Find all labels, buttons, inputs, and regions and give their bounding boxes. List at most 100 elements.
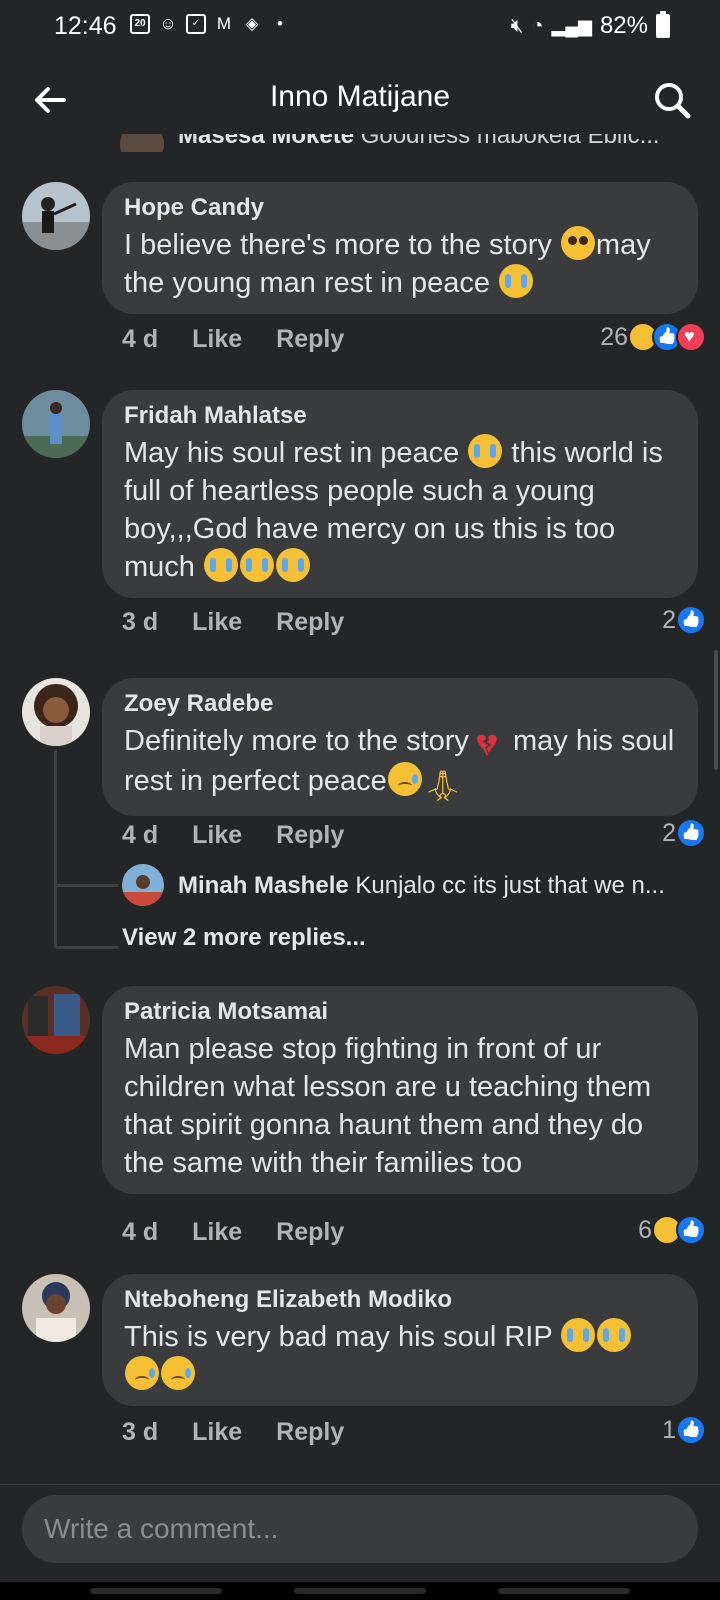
status-time: 12:46 [54, 12, 117, 40]
comment-text: Man please stop fighting in front of ur … [124, 1033, 652, 1179]
like-button[interactable]: Like [192, 608, 242, 637]
like-reaction-icon [676, 1215, 706, 1245]
crying-face-icon [499, 264, 534, 298]
comment-feed[interactable]: Masesa Mokete Goodness mabokela Eblic...… [0, 134, 720, 1484]
view-more-replies-link[interactable]: View 2 more replies... [122, 924, 366, 952]
avatar [120, 134, 164, 152]
crying-face-icon [561, 1318, 596, 1352]
gmail-icon: M [216, 14, 232, 33]
sad-sweat-face-icon [161, 1356, 195, 1390]
like-button[interactable]: Like [192, 821, 242, 850]
comment-author[interactable]: Fridah Mahlatse [124, 402, 678, 430]
comment-bubble[interactable]: Nteboheng Elizabeth Modiko This is very … [102, 1274, 698, 1406]
reply-button[interactable]: Reply [276, 608, 344, 637]
search-icon[interactable] [650, 78, 694, 122]
calendar-icon: 20 [130, 14, 150, 34]
reaction-summary[interactable]: 26 [600, 322, 706, 352]
avatar[interactable] [22, 1274, 90, 1342]
system-icons: 🔇︎ ◔ ▂▄▆ 82% [510, 11, 670, 40]
comment-text: Goodness mabokela Eblic... [360, 134, 660, 149]
like-reaction-icon [676, 818, 706, 848]
page-title: Inno Matijane [269, 80, 451, 113]
wifi-icon: ◔ [531, 14, 544, 37]
comment-author[interactable]: Nteboheng Elizabeth Modiko [124, 1286, 678, 1314]
comment-text: I believe there's more to the story may … [124, 226, 678, 302]
notification-icons: 20 ☺ ✓ M ◈ • [130, 14, 290, 34]
comment-time: 4 d [122, 325, 159, 353]
avatar[interactable] [22, 678, 90, 746]
crying-face-icon [275, 548, 310, 582]
crying-face-icon [468, 434, 503, 468]
avatar[interactable] [22, 182, 90, 250]
avatar[interactable] [22, 986, 90, 1054]
like-button[interactable]: Like [192, 1418, 242, 1447]
pleading-face-icon [560, 226, 595, 260]
reply-author: Minah Mashele [178, 872, 349, 899]
reply-button[interactable]: Reply [276, 325, 344, 354]
reaction-count: 6 [638, 1215, 652, 1244]
avatar[interactable] [22, 390, 90, 458]
sad-sweat-face-icon [387, 762, 422, 796]
comment-actions: 4 d Like Reply [122, 325, 344, 354]
diamond-icon: ◈ [245, 14, 259, 33]
reaction-count: 2 [662, 605, 676, 634]
comment-input[interactable] [22, 1495, 698, 1563]
reaction-count: 26 [600, 322, 628, 351]
battery-level: 82% [599, 12, 648, 39]
mute-icon: 🔇︎ [510, 14, 524, 37]
reaction-summary[interactable]: 2 [662, 605, 706, 635]
system-navigation-bar [0, 1582, 720, 1600]
status-bar: 12:46 20 ☺ ✓ M ◈ • 🔇︎ ◔ ▂▄▆ 82% [0, 0, 720, 52]
comment-time: 3 d [122, 608, 159, 636]
signal-icon: ▂▄▆ [551, 15, 592, 36]
praying-hands-icon: 🙏︎ [423, 770, 462, 803]
sad-sweat-face-icon [125, 1356, 159, 1390]
like-button[interactable]: Like [192, 325, 242, 354]
comment-bubble[interactable]: Fridah Mahlatse May his soul rest in pea… [102, 390, 698, 598]
comment-text: Definitely more to the story 💔︎ may his s… [124, 725, 675, 803]
comment-time: 3 d [122, 1418, 159, 1446]
comment-author[interactable]: Zoey Radebe [124, 690, 678, 718]
checkbox-icon: ✓ [186, 14, 206, 34]
comment-bubble[interactable]: Zoey Radebe Definitely more to the story… [102, 678, 698, 816]
comment-bubble[interactable]: Patricia Motsamai Man please stop fighti… [102, 986, 698, 1194]
reply-button[interactable]: Reply [276, 1218, 344, 1247]
like-button[interactable]: Like [192, 1218, 242, 1247]
thread-line [54, 884, 118, 887]
reaction-count: 2 [662, 818, 676, 847]
broken-heart-icon: 💔︎ [476, 726, 498, 764]
dot-icon: • [277, 14, 283, 33]
comment-actions: 3 d Like Reply [122, 608, 344, 637]
comment-author: Masesa Mokete [178, 134, 355, 149]
nav-recents-handle[interactable] [90, 1588, 222, 1594]
reply-snippet: Kunjalo cc its just that we n... [355, 872, 665, 899]
reply-button[interactable]: Reply [276, 1418, 344, 1447]
like-reaction-icon [676, 1415, 706, 1445]
reaction-summary[interactable]: 1 [662, 1415, 706, 1445]
reply-button[interactable]: Reply [276, 821, 344, 850]
love-reaction-icon [676, 322, 706, 352]
reaction-summary[interactable]: 6 [638, 1215, 706, 1245]
snapchat-icon: ☺ [159, 14, 177, 33]
like-reaction-icon [676, 605, 706, 635]
reply-preview[interactable]: Minah Mashele Kunjalo cc its just that w… [178, 872, 698, 900]
scrollbar[interactable] [714, 650, 718, 770]
avatar[interactable] [122, 864, 164, 906]
battery-icon [656, 11, 670, 38]
comment-time: 4 d [122, 821, 159, 849]
clipped-comment: Masesa Mokete Goodness mabokela Eblic... [120, 134, 700, 152]
crying-face-icon [239, 548, 274, 582]
comment-time: 4 d [122, 1218, 159, 1246]
nav-back-handle[interactable] [498, 1588, 630, 1594]
comment-actions: 3 d Like Reply [122, 1418, 344, 1447]
reaction-summary[interactable]: 2 [662, 818, 706, 848]
comment-actions: 4 d Like Reply [122, 821, 344, 850]
crying-face-icon [597, 1318, 632, 1352]
comment-bubble[interactable]: Hope Candy I believe there's more to the… [102, 182, 698, 314]
app-header: Inno Matijane [0, 64, 720, 134]
comment-author[interactable]: Hope Candy [124, 194, 678, 222]
comment-text: This is very bad may his soul RIP [124, 1318, 678, 1394]
nav-home-handle[interactable] [294, 1588, 426, 1594]
comment-author[interactable]: Patricia Motsamai [124, 998, 678, 1026]
comment-text: May his soul rest in peace this world is… [124, 434, 678, 586]
